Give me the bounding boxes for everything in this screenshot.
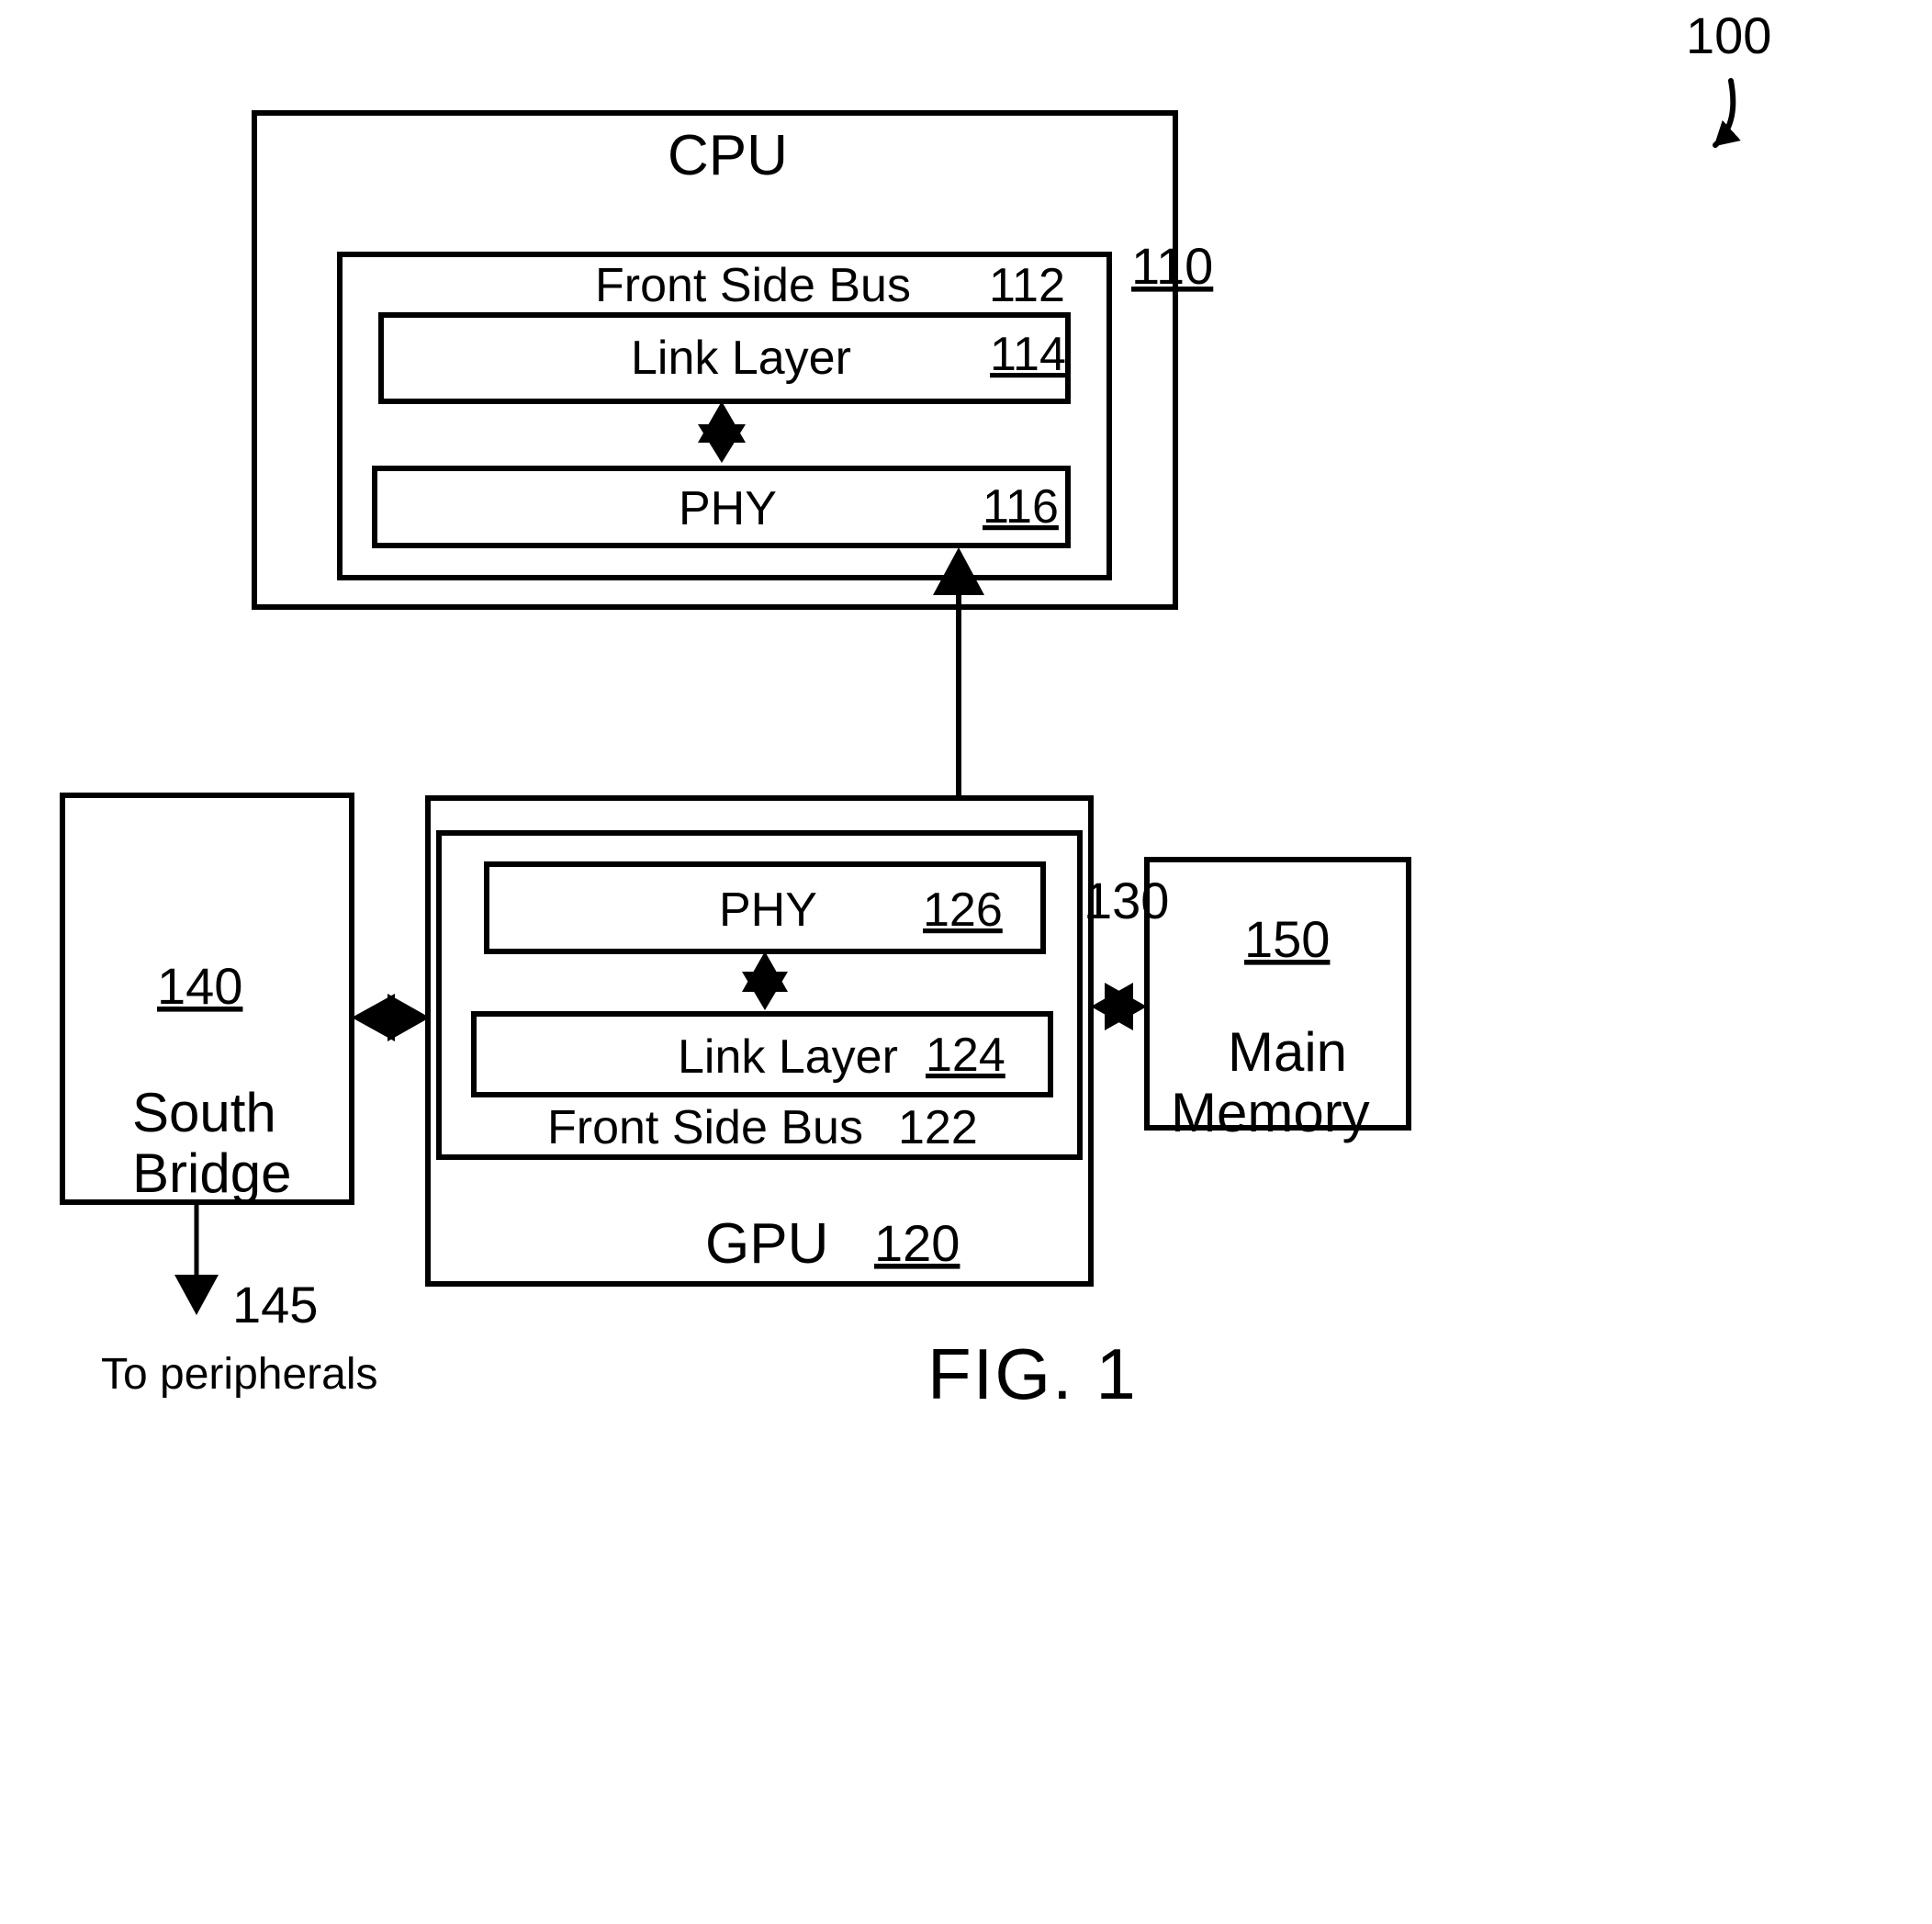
interconnect-ref-label: 130	[1084, 872, 1169, 929]
system-ref-label: 100	[1686, 6, 1771, 64]
cpu-fsb-ref: 112	[989, 259, 1065, 312]
cpu-phy-label: PHY	[679, 482, 777, 535]
gpu-title: GPU	[705, 1212, 828, 1276]
peripherals-ref: 145	[232, 1276, 318, 1333]
south-bridge-block	[60, 793, 430, 1315]
south-bridge-label-line1: South	[132, 1082, 276, 1143]
gpu-link-layer-label: Link Layer	[678, 1030, 898, 1084]
cpu-link-layer-label: Link Layer	[631, 332, 851, 385]
main-memory-label-line1: Main	[1228, 1021, 1347, 1083]
cpu-phy-ref: 116	[983, 480, 1059, 534]
gpu-mainmemory-arrow	[1091, 983, 1147, 1030]
peripherals-arrow	[174, 1205, 219, 1315]
gpu-phy-label: PHY	[719, 883, 817, 937]
main-memory-ref: 150	[1244, 910, 1330, 968]
system-ref-leader	[1713, 78, 1741, 148]
diagram-canvas: 100 CPU 110 Front Side Bus 112 Link Laye…	[60, 6, 1771, 1414]
south-bridge-ref: 140	[157, 957, 242, 1015]
cpu-title: CPU	[668, 124, 788, 187]
gpu-fsb-ref: 122	[898, 1101, 978, 1154]
main-memory-label-line2: Memory	[1171, 1082, 1370, 1143]
cpu-fsb-label: Front Side Bus	[595, 259, 911, 312]
gpu-link-layer-ref: 124	[926, 1029, 1005, 1082]
gpu-ref-label: 120	[874, 1214, 960, 1272]
cpu-ref-label: 110	[1131, 237, 1213, 295]
cpu-link-layer-ref: 114	[990, 328, 1066, 381]
gpu-fsb-label: Front Side Bus	[547, 1101, 863, 1154]
south-bridge-label-line2: Bridge	[132, 1142, 291, 1204]
gpu-phy-ref: 126	[923, 883, 1003, 937]
southbridge-gpu-arrow	[352, 994, 430, 1041]
patent-figure: 100 CPU 110 Front Side Bus 112 Link Laye…	[0, 0, 1932, 1924]
peripherals-label: To peripherals	[101, 1350, 378, 1399]
figure-caption: FIG. 1	[927, 1333, 1138, 1414]
